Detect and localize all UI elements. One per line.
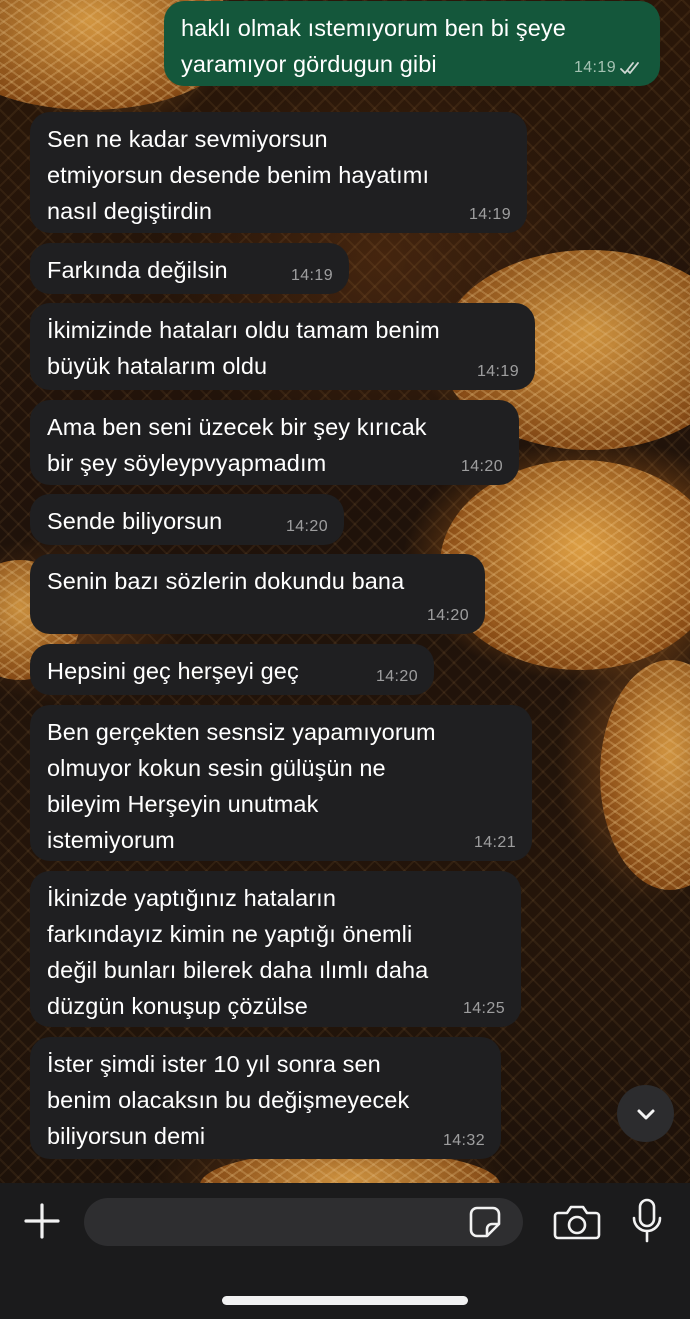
message-text: İkimizinde hataları oldu tamam benim büy… [47,317,440,379]
wallpaper-lamp [600,660,690,890]
camera-icon[interactable] [553,1203,601,1241]
message-bubble-incoming[interactable]: Ben gerçekten sesnsiz yapamıyorum olmuyo… [30,705,532,861]
message-bubble-incoming[interactable]: İkimizinde hataları oldu tamam benim büy… [30,303,535,390]
message-bubble-incoming[interactable]: Ama ben seni üzecek bir şey kırıcak bir … [30,400,519,485]
message-time: 14:21 [473,834,516,851]
message-text: Ben gerçekten sesnsiz yapamıyorum olmuyo… [47,719,436,853]
message-time: 14:19 [290,267,333,284]
message-bubble-incoming[interactable]: Sen ne kadar sevmiyorsun etmiyorsun dese… [30,112,527,233]
read-ticks-icon [620,62,639,74]
message-text: İkinizde yaptığınız hataların farkındayı… [47,885,429,1019]
chevron-down-icon [637,1109,654,1119]
message-input[interactable] [84,1198,523,1246]
message-time: 14:20 [375,668,418,685]
message-time: 14:20 [285,518,328,535]
message-time: 14:20 [460,458,503,475]
message-text: Senin bazı sözlerin dokundu bana [47,568,405,594]
message-time: 14:25 [462,1000,505,1017]
message-bubble-incoming[interactable]: Hepsini geç herşeyi geç 14:20 [30,644,434,695]
message-bubble-incoming[interactable]: İkinizde yaptığınız hataların farkındayı… [30,871,521,1027]
sticker-icon[interactable] [468,1205,502,1239]
message-text: Hepsini geç herşeyi geç [47,658,299,684]
message-bubble-incoming[interactable]: Sende biliyorsun 14:20 [30,494,344,545]
message-time: 14:19 [573,59,616,76]
plus-icon[interactable] [22,1201,62,1241]
message-bubble-incoming[interactable]: Farkında değilsin 14:19 [30,243,349,294]
message-time: 14:19 [468,206,511,223]
message-text: Sen ne kadar sevmiyorsun etmiyorsun dese… [47,126,430,224]
message-text: Ama ben seni üzecek bir şey kırıcak bir … [47,414,427,476]
home-indicator[interactable] [222,1296,468,1305]
message-time: 14:20 [426,607,469,624]
scroll-to-bottom-button[interactable] [617,1085,674,1142]
microphone-icon[interactable] [630,1198,664,1244]
message-text: İster şimdi ister 10 yıl sonra sen benim… [47,1051,410,1149]
message-time: 14:32 [442,1132,485,1149]
message-time: 14:19 [476,363,519,380]
message-bubble-incoming[interactable]: İster şimdi ister 10 yıl sonra sen benim… [30,1037,501,1159]
message-bubble-incoming[interactable]: Senin bazı sözlerin dokundu bana 14:20 [30,554,485,634]
message-bubble-outgoing[interactable]: haklı olmak ıstemıyorum ben bi şeye yara… [164,1,660,86]
